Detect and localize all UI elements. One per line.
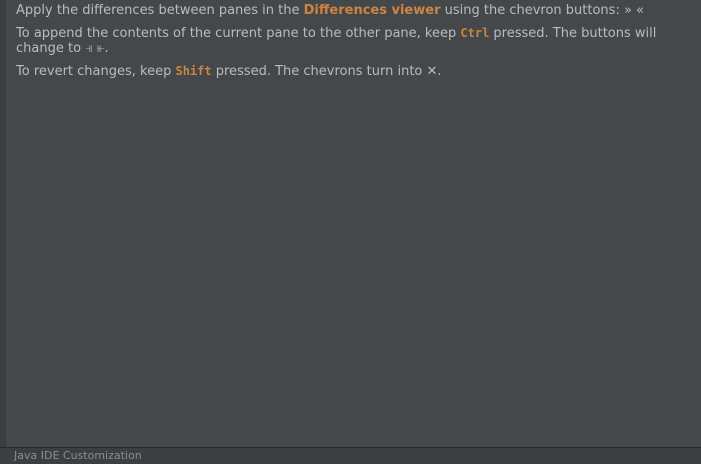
append-text-end: . [104, 41, 109, 56]
shift-key: Shift [175, 64, 212, 78]
revert-text-end: . [437, 64, 442, 79]
tip-paragraph-apply: Apply the differences between panes in t… [16, 3, 701, 18]
tip-content: Apply the differences between panes in t… [16, 3, 701, 87]
revert-text-prefix: To revert changes, keep [16, 64, 176, 79]
tip-paragraph-append: To append the contents of the current pa… [16, 26, 701, 56]
differences-viewer-link: Differences viewer [303, 3, 441, 18]
tip-pane: Apply the differences between panes in t… [0, 0, 701, 464]
apply-text-prefix: Apply the differences between panes in t… [16, 3, 304, 18]
status-text: Java IDE Customization [14, 449, 142, 462]
apply-text-suffix: using the chevron buttons: [440, 3, 624, 18]
revert-text-suffix: pressed. The chevrons turn into [211, 64, 427, 79]
append-text-prefix: To append the contents of the current pa… [16, 26, 461, 41]
tip-paragraph-revert: To revert changes, keep Shift pressed. T… [16, 64, 701, 79]
append-icons: ⫣ ⫦ [85, 41, 105, 56]
left-gutter [0, 0, 6, 447]
ctrl-key: Ctrl [460, 26, 490, 40]
status-bar: Java IDE Customization [0, 447, 701, 464]
close-icon: ✕ [426, 64, 438, 79]
chevron-icons: » « [623, 3, 645, 18]
